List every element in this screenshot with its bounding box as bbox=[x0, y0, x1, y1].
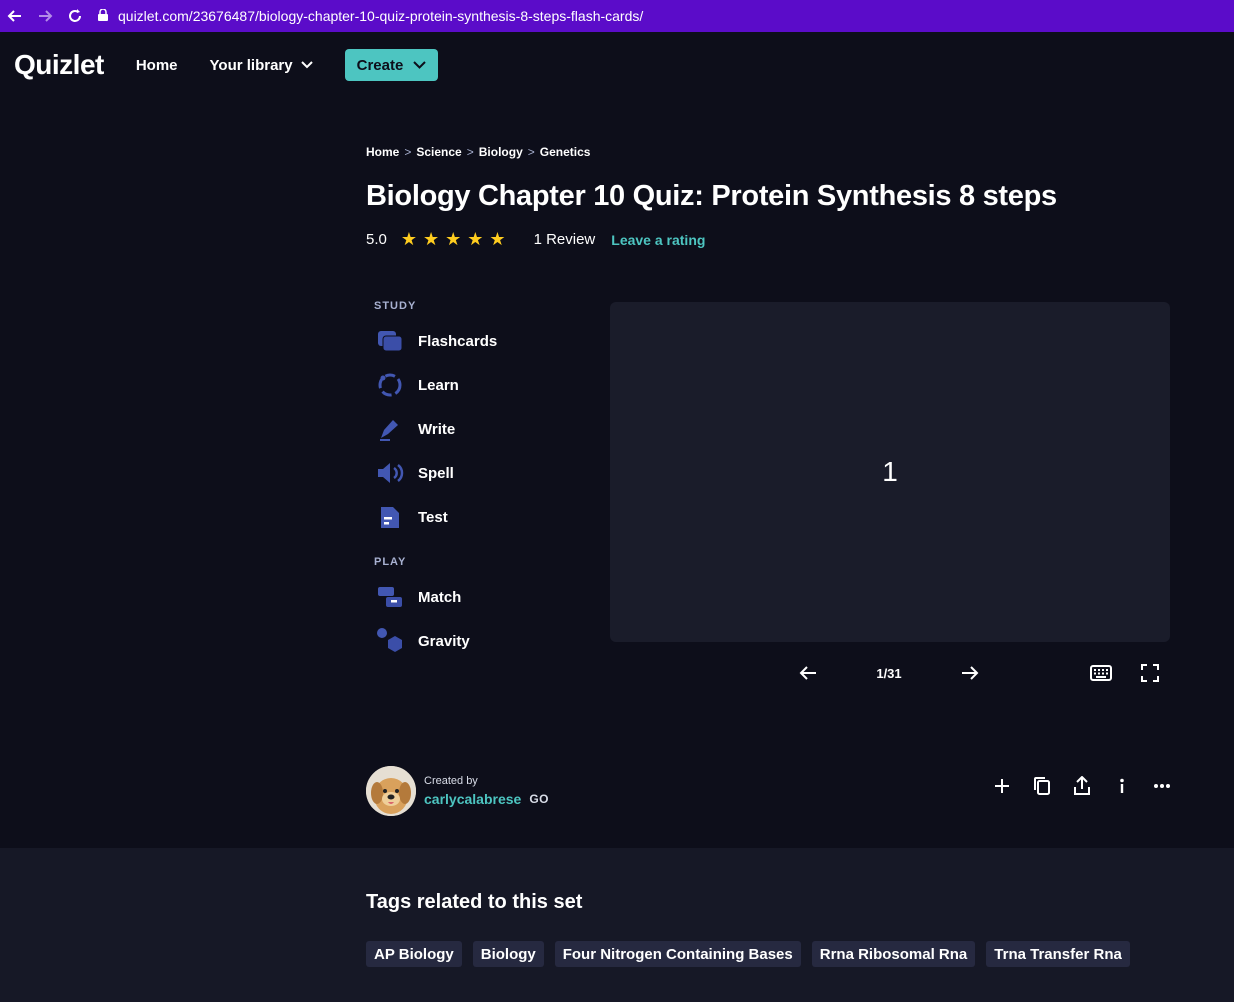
breadcrumb-home[interactable]: Home bbox=[366, 145, 399, 159]
creator-username-link[interactable]: carlycalabrese bbox=[424, 791, 521, 807]
address-bar[interactable]: quizlet.com/23676487/biology-chapter-10-… bbox=[98, 8, 643, 24]
site-header: Quizlet Home Your library Create bbox=[0, 32, 1234, 98]
learn-icon bbox=[376, 371, 404, 399]
creator-meta: Created by carlycalabrese GO bbox=[424, 775, 549, 807]
gravity-icon bbox=[376, 627, 404, 655]
related-tags-section: Tags related to this set AP Biology Biol… bbox=[0, 848, 1234, 1002]
study-item-spell[interactable]: Spell bbox=[376, 459, 454, 487]
star-icon: ★ bbox=[400, 229, 417, 249]
tag-chip[interactable]: Four Nitrogen Containing Bases bbox=[554, 941, 801, 967]
card-counter: 1/31 bbox=[876, 666, 902, 681]
share-button[interactable] bbox=[1070, 774, 1094, 798]
page-title: Biology Chapter 10 Quiz: Protein Synthes… bbox=[366, 180, 1057, 212]
gravity-label: Gravity bbox=[418, 632, 470, 650]
breadcrumb-genetics[interactable]: Genetics bbox=[540, 145, 591, 159]
created-by-label: Created by bbox=[424, 775, 478, 787]
quizlet-logo[interactable]: Quizlet bbox=[14, 49, 104, 81]
study-item-flashcards[interactable]: Flashcards bbox=[376, 327, 497, 355]
create-button[interactable]: Create bbox=[344, 49, 439, 81]
play-item-match[interactable]: Match bbox=[376, 583, 461, 611]
add-to-folder-button[interactable] bbox=[990, 774, 1014, 798]
reload-icon[interactable] bbox=[60, 0, 90, 32]
star-icon: ★ bbox=[489, 229, 506, 249]
next-card-button[interactable] bbox=[959, 662, 981, 684]
play-item-gravity[interactable]: Gravity bbox=[376, 627, 470, 655]
star-icon: ★ bbox=[423, 229, 440, 249]
nav-home[interactable]: Home bbox=[136, 57, 178, 74]
match-icon bbox=[376, 583, 404, 611]
info-icon bbox=[1120, 778, 1124, 793]
rating-stars: ★ ★ ★ ★ ★ bbox=[401, 229, 512, 250]
lock-icon bbox=[98, 8, 108, 24]
test-document-icon bbox=[376, 503, 404, 531]
create-label: Create bbox=[356, 56, 404, 74]
arrow-right-icon bbox=[962, 666, 979, 680]
tags-list: AP Biology Biology Four Nitrogen Contain… bbox=[366, 941, 1141, 967]
keyboard-icon bbox=[1090, 665, 1112, 681]
review-count: 1 Review bbox=[533, 231, 596, 248]
speaker-icon bbox=[376, 459, 404, 487]
breadcrumb-separator: > bbox=[466, 145, 474, 159]
rating-row: 5.0 ★ ★ ★ ★ ★ 1 Review Leave a rating bbox=[366, 229, 705, 250]
browser-toolbar: quizlet.com/23676487/biology-chapter-10-… bbox=[0, 0, 1234, 32]
study-section-label: STUDY bbox=[374, 300, 417, 312]
tags-heading: Tags related to this set bbox=[366, 891, 583, 913]
write-label: Write bbox=[418, 420, 456, 438]
breadcrumb: Home > Science > Biology > Genetics bbox=[366, 145, 590, 159]
tag-chip[interactable]: AP Biology bbox=[366, 941, 462, 967]
more-horizontal-icon bbox=[1154, 784, 1170, 788]
study-item-learn[interactable]: Learn bbox=[376, 371, 459, 399]
match-label: Match bbox=[418, 588, 462, 606]
creator-name-row: carlycalabrese GO bbox=[424, 791, 549, 807]
nav-library-label: Your library bbox=[209, 56, 293, 74]
spell-label: Spell bbox=[418, 464, 454, 482]
flashcard[interactable]: 1 bbox=[610, 302, 1170, 642]
nav-your-library[interactable]: Your library bbox=[210, 57, 313, 74]
study-item-write[interactable]: Write bbox=[376, 415, 455, 443]
learn-label: Learn bbox=[418, 376, 459, 394]
nav-home-label: Home bbox=[135, 56, 178, 74]
url-text: quizlet.com/23676487/biology-chapter-10-… bbox=[118, 8, 644, 24]
keyboard-shortcuts-button[interactable] bbox=[1090, 662, 1112, 684]
star-icon: ★ bbox=[445, 229, 462, 249]
breadcrumb-biology[interactable]: Biology bbox=[479, 145, 523, 159]
leave-rating-link[interactable]: Leave a rating bbox=[611, 232, 705, 248]
copy-icon bbox=[1034, 777, 1050, 795]
tag-chip[interactable]: Biology bbox=[472, 941, 544, 967]
play-section-label: PLAY bbox=[374, 556, 407, 568]
plus-icon bbox=[995, 779, 1009, 793]
avatar[interactable] bbox=[366, 766, 416, 816]
share-icon bbox=[1074, 776, 1090, 795]
breadcrumb-separator: > bbox=[527, 145, 535, 159]
breadcrumb-separator: > bbox=[404, 145, 412, 159]
main-content: Home > Science > Biology > Genetics Biol… bbox=[0, 98, 1234, 848]
flashcards-label: Flashcards bbox=[418, 332, 498, 350]
fullscreen-icon bbox=[1141, 664, 1159, 682]
rating-score: 5.0 bbox=[366, 231, 387, 248]
flashcard-term: 1 bbox=[882, 456, 898, 487]
test-label: Test bbox=[418, 508, 448, 526]
chevron-down-icon bbox=[300, 61, 313, 69]
star-icon: ★ bbox=[467, 229, 484, 249]
tag-chip[interactable]: Rrna Ribosomal Rna bbox=[811, 941, 976, 967]
forward-icon[interactable] bbox=[30, 0, 60, 32]
pencil-icon bbox=[376, 415, 404, 443]
arrow-left-icon bbox=[799, 666, 816, 680]
chevron-down-icon bbox=[413, 61, 427, 69]
breadcrumb-science[interactable]: Science bbox=[416, 145, 461, 159]
more-options-button[interactable] bbox=[1150, 774, 1174, 798]
study-item-test[interactable]: Test bbox=[376, 503, 448, 531]
back-icon[interactable] bbox=[0, 0, 30, 32]
info-button[interactable] bbox=[1110, 774, 1134, 798]
flashcards-icon bbox=[376, 327, 404, 355]
plan-badge: GO bbox=[529, 792, 549, 806]
copy-set-button[interactable] bbox=[1030, 774, 1054, 798]
creator-info: Created by carlycalabrese GO bbox=[366, 766, 549, 816]
tag-chip[interactable]: Trna Transfer Rna bbox=[986, 941, 1130, 967]
previous-card-button[interactable] bbox=[797, 662, 819, 684]
fullscreen-button[interactable] bbox=[1140, 662, 1160, 684]
